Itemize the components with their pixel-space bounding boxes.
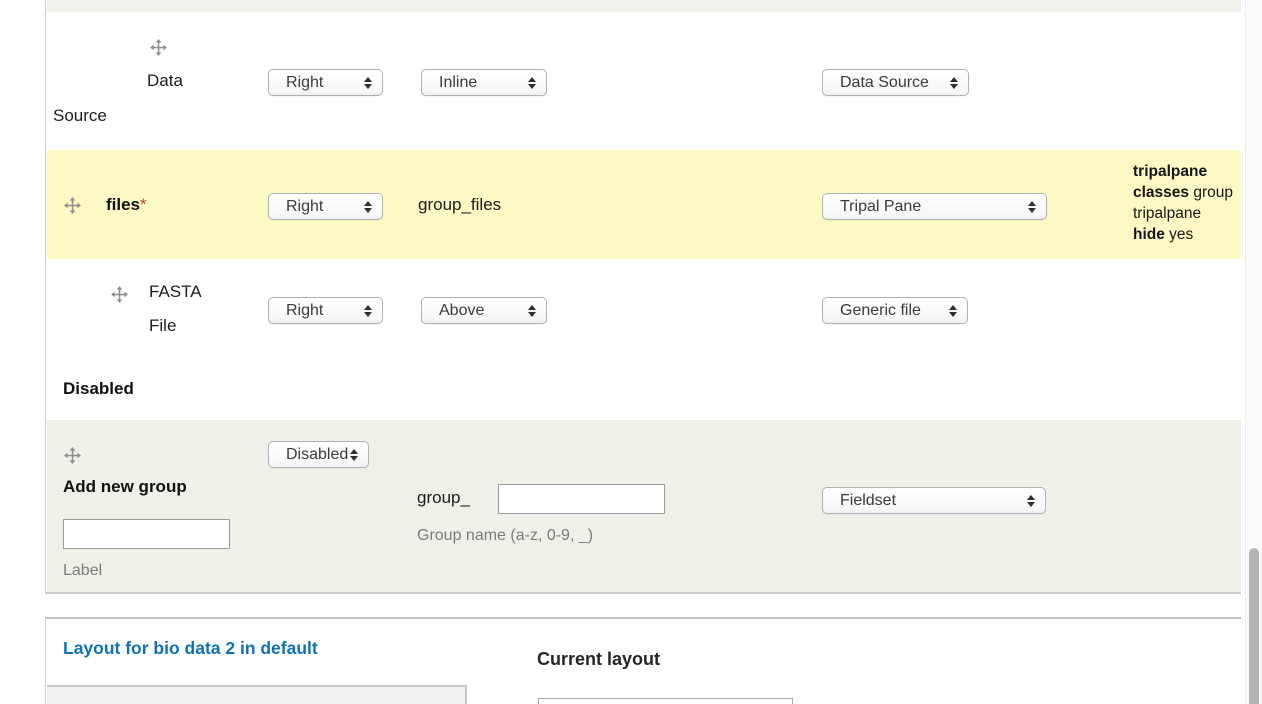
current-layout-field[interactable] [538, 698, 793, 704]
select-value: Right [286, 74, 323, 91]
disabled-section-header: Disabled [63, 379, 134, 399]
select-updown-arrows-icon [949, 305, 957, 317]
select-updown-arrows-icon [1028, 201, 1036, 213]
select-value: Right [286, 302, 323, 319]
select-value: Above [439, 302, 484, 319]
select-value: Data Source [840, 74, 929, 91]
field-label-data-source-line1: Data [147, 71, 183, 91]
files-row-highlight [47, 150, 1241, 259]
summary-line: classes group [1133, 182, 1240, 203]
current-layout-title: Current layout [537, 649, 660, 670]
summary-line: tripalpane [1133, 203, 1240, 224]
drag-handle-icon[interactable] [64, 197, 81, 214]
field-label-files: files* [106, 195, 147, 215]
machine-name-prefix: group_ [417, 488, 470, 508]
select-value: Generic file [840, 302, 921, 319]
label-position-select[interactable]: Right [268, 193, 383, 220]
select-updown-arrows-icon [950, 77, 958, 89]
field-label-fasta-line2: File [149, 316, 176, 336]
label-position-select[interactable]: Right [268, 297, 383, 324]
vertical-scrollbar-track[interactable] [1245, 0, 1262, 704]
group-format-select[interactable]: Fieldset [822, 487, 1046, 514]
select-value: Right [286, 198, 323, 215]
vertical-scrollbar-thumb[interactable] [1249, 548, 1259, 704]
select-updown-arrows-icon [364, 305, 372, 317]
required-marker: * [140, 195, 147, 214]
new-group-label-input[interactable] [63, 519, 230, 549]
format-select[interactable]: Above [421, 297, 547, 324]
widget-select[interactable]: Data Source [822, 69, 969, 96]
manage-display-page: Data Source Right Inline Data Source fil… [0, 0, 1262, 704]
field-label-fasta-line1: FASTA [149, 282, 202, 302]
summary-line: hide yes [1133, 224, 1240, 245]
select-value: Disabled [286, 446, 348, 463]
label-position-select[interactable]: Right [268, 69, 383, 96]
layout-heading-link[interactable]: Layout for bio data 2 in default [63, 638, 318, 659]
machine-name-caption: Group name (a-z, 0-9, _) [417, 527, 593, 545]
new-group-machine-name-input[interactable] [498, 484, 665, 514]
add-new-group-title: Add new group [63, 477, 187, 497]
summary-line: tripalpane [1133, 161, 1240, 182]
label-caption: Label [63, 562, 102, 580]
group-machine-name: group_files [418, 195, 501, 215]
layout-panel: Layout for bio data 2 in default Current… [45, 617, 1241, 704]
tripal-pane-settings-summary: tripalpane classes group tripalpane hide… [1133, 161, 1240, 251]
select-updown-arrows-icon [364, 77, 372, 89]
select-updown-arrows-icon [350, 449, 358, 461]
field-label-text: files [106, 195, 140, 214]
layout-table-cell [47, 685, 467, 704]
widget-select[interactable]: Generic file [822, 297, 968, 324]
region-select[interactable]: Disabled [268, 441, 369, 468]
format-select[interactable]: Inline [421, 69, 547, 96]
select-value: Inline [439, 74, 477, 91]
field-display-table: Data Source Right Inline Data Source fil… [45, 0, 1241, 594]
select-value: Tripal Pane [840, 198, 921, 215]
previous-row-partial [47, 0, 1241, 12]
field-label-data-source-line2: Source [53, 106, 107, 126]
select-updown-arrows-icon [528, 305, 536, 317]
select-updown-arrows-icon [528, 77, 536, 89]
select-value: Fieldset [840, 492, 896, 509]
select-updown-arrows-icon [364, 201, 372, 213]
drag-handle-icon[interactable] [111, 286, 128, 303]
widget-select[interactable]: Tripal Pane [822, 193, 1047, 220]
drag-handle-icon[interactable] [150, 39, 167, 56]
select-updown-arrows-icon [1027, 495, 1035, 507]
drag-handle-icon[interactable] [64, 447, 81, 464]
